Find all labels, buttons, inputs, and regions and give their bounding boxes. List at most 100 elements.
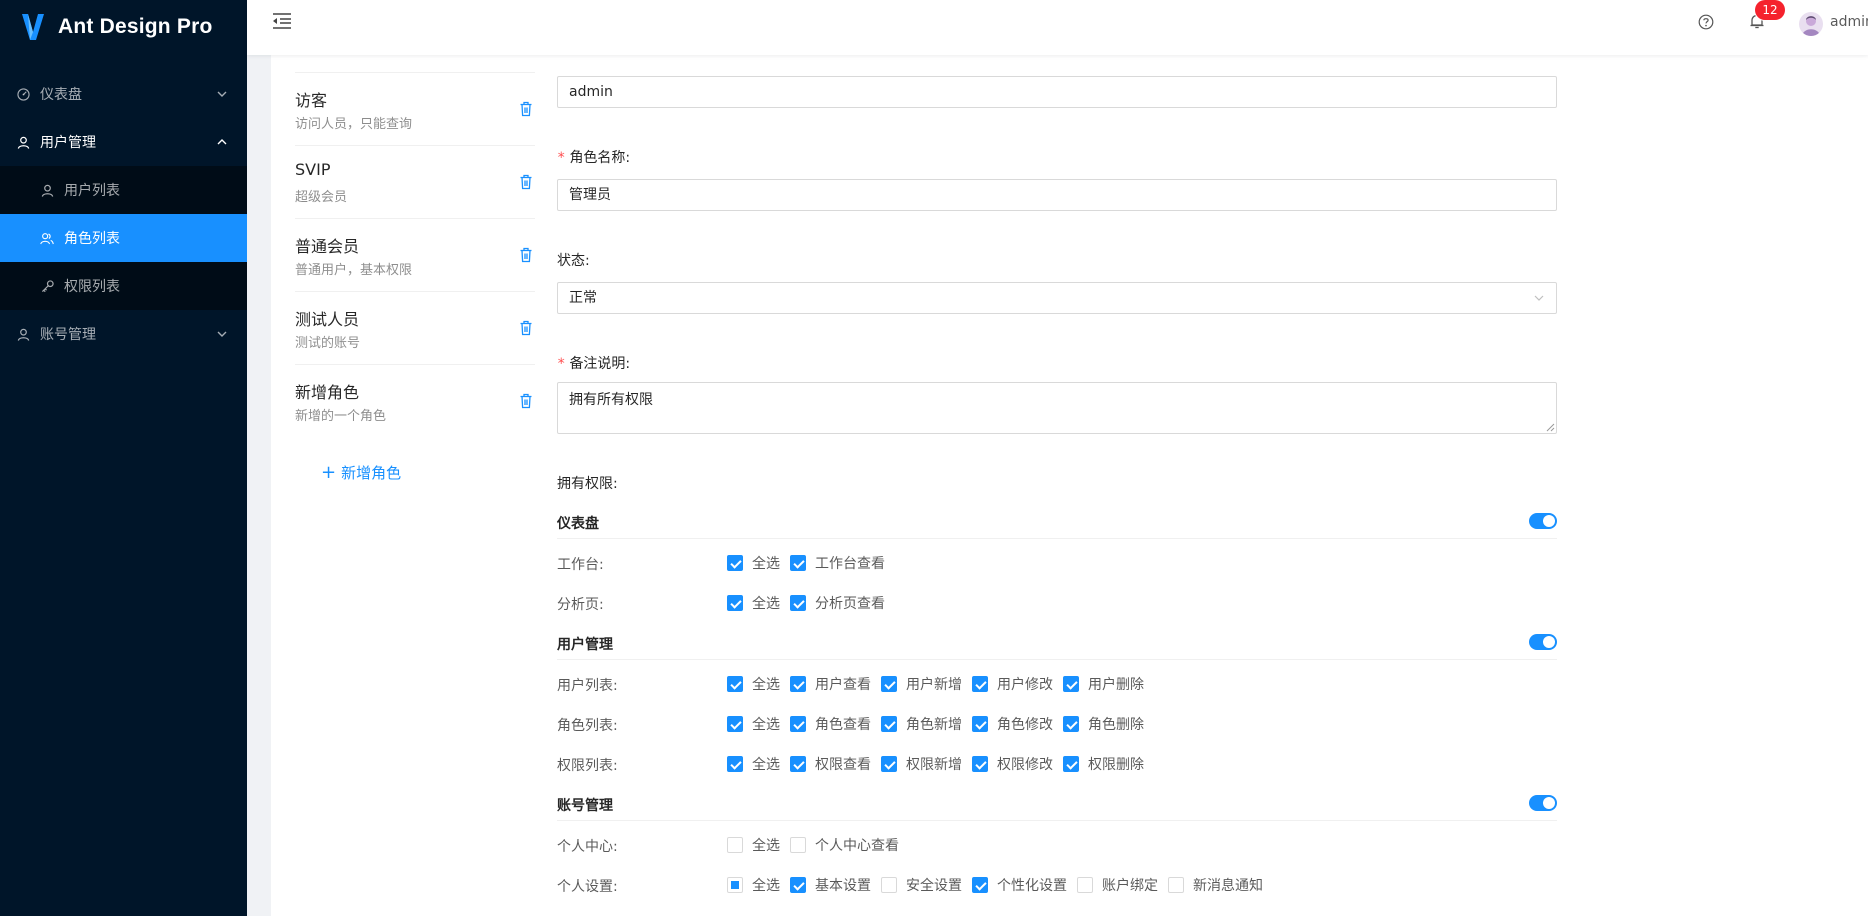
checkbox-box[interactable]: [790, 595, 806, 611]
chevron-up-icon: [217, 139, 227, 145]
role-list: 访客 访问人员，只能查询 SVIP 超级会员 普通会员 普通用户，基本权限 测试…: [295, 55, 535, 482]
checkbox-box[interactable]: [881, 676, 897, 692]
permission-checkbox[interactable]: 工作台查看: [790, 553, 885, 573]
checkbox-box[interactable]: [972, 877, 988, 893]
checkbox-box[interactable]: [790, 555, 806, 571]
permission-checkbox[interactable]: 用户修改: [972, 674, 1053, 694]
resize-handle-icon[interactable]: [1546, 423, 1555, 432]
sidebar-item-user-list[interactable]: 用户列表: [0, 166, 247, 214]
permission-checkbox[interactable]: 权限查看: [790, 754, 871, 774]
group-enable-toggle[interactable]: [1529, 513, 1557, 529]
sidebar-item-user-management[interactable]: 用户管理: [0, 118, 247, 166]
delete-icon[interactable]: [519, 393, 533, 409]
checkbox-box[interactable]: [790, 877, 806, 893]
remark-textarea[interactable]: 拥有所有权限: [557, 382, 1557, 434]
checkbox-box[interactable]: [881, 756, 897, 772]
checkbox-box[interactable]: [1077, 877, 1093, 893]
select-all-checkbox[interactable]: 全选: [727, 593, 780, 613]
sidebar-item-dashboard[interactable]: 仪表盘: [0, 70, 247, 118]
permission-checkbox[interactable]: 权限新增: [881, 754, 962, 774]
checkbox-box[interactable]: [790, 676, 806, 692]
role-key-input[interactable]: admin: [557, 76, 1557, 108]
checkbox-box[interactable]: [972, 716, 988, 732]
delete-icon[interactable]: [519, 174, 533, 190]
permission-checkbox[interactable]: 基本设置: [790, 875, 871, 895]
checkbox-box[interactable]: [727, 756, 743, 772]
checkbox-box[interactable]: [790, 716, 806, 732]
permission-checkbox[interactable]: 权限修改: [972, 754, 1053, 774]
checkbox-label: 全选: [752, 757, 780, 773]
key-icon: [40, 279, 54, 293]
permission-checkbox[interactable]: 安全设置: [881, 875, 962, 895]
checkbox-box[interactable]: [1168, 877, 1184, 893]
role-name-label: * 角色名称:: [557, 150, 631, 166]
permission-checkbox[interactable]: 用户查看: [790, 674, 871, 694]
sidebar-item-role-list[interactable]: 角色列表: [0, 214, 247, 262]
permission-checkbox[interactable]: 权限删除: [1063, 754, 1144, 774]
question-circle-icon[interactable]: [1698, 14, 1714, 30]
checkbox-box[interactable]: [881, 877, 897, 893]
delete-icon[interactable]: [519, 320, 533, 336]
checkbox-box[interactable]: [790, 837, 806, 853]
checkbox-box[interactable]: [727, 555, 743, 571]
role-desc: 访问人员，只能查询: [295, 117, 413, 132]
checkbox-box[interactable]: [727, 595, 743, 611]
permission-group-title: 仪表盘: [557, 516, 599, 532]
list-item[interactable]: SVIP 超级会员: [295, 146, 535, 219]
permission-group-title: 账号管理: [557, 798, 613, 814]
permission-row-label: 用户列表:: [557, 678, 618, 694]
permission-checkbox[interactable]: 角色删除: [1063, 714, 1144, 734]
permission-checkbox[interactable]: 角色修改: [972, 714, 1053, 734]
checkbox-box[interactable]: [790, 756, 806, 772]
permission-checkbox[interactable]: 个性化设置: [972, 875, 1067, 895]
checkbox-box[interactable]: [972, 676, 988, 692]
avatar[interactable]: [1799, 12, 1823, 36]
select-all-checkbox[interactable]: 全选: [727, 835, 780, 855]
status-select[interactable]: 正常: [557, 282, 1557, 314]
checkbox-group: 全选 权限查看 权限新增 权限修改 权限删除: [727, 753, 1154, 775]
checkbox-box[interactable]: [727, 676, 743, 692]
list-item[interactable]: 新增角色 新增的一个角色: [295, 365, 535, 438]
select-all-checkbox[interactable]: 全选: [727, 553, 780, 573]
permission-checkbox[interactable]: 个人中心查看: [790, 835, 899, 855]
list-item[interactable]: 普通会员 普通用户，基本权限: [295, 219, 535, 292]
permission-checkbox[interactable]: 分析页查看: [790, 593, 885, 613]
checkbox-box[interactable]: [1063, 716, 1079, 732]
list-item[interactable]: 测试人员 测试的账号: [295, 292, 535, 365]
menu-fold-icon[interactable]: [271, 11, 293, 31]
select-all-checkbox[interactable]: 全选: [727, 754, 780, 774]
sidebar-item-label: 用户列表: [64, 183, 120, 199]
permission-checkbox[interactable]: 角色新增: [881, 714, 962, 734]
list-item[interactable]: 访客 访问人员，只能查询: [295, 73, 535, 146]
permission-checkbox[interactable]: 新消息通知: [1168, 875, 1263, 895]
sidebar-item-permission-list[interactable]: 权限列表: [0, 262, 247, 310]
main-content: 访客 访问人员，只能查询 SVIP 超级会员 普通会员 普通用户，基本权限 测试…: [271, 55, 1868, 916]
checkbox-box[interactable]: [881, 716, 897, 732]
header: 12 admin: [247, 0, 1868, 55]
checkbox-label: 权限删除: [1088, 757, 1144, 773]
user-name[interactable]: admin: [1830, 14, 1868, 30]
delete-icon[interactable]: [519, 247, 533, 263]
checkbox-label: 个人中心查看: [815, 838, 899, 854]
checkbox-box[interactable]: [1063, 676, 1079, 692]
group-enable-toggle[interactable]: [1529, 634, 1557, 650]
role-name-input[interactable]: 管理员: [557, 179, 1557, 211]
sidebar-item-account-management[interactable]: 账号管理: [0, 310, 247, 358]
checkbox-box[interactable]: [727, 837, 743, 853]
select-all-checkbox[interactable]: 全选: [727, 674, 780, 694]
logo[interactable]: Ant Design Pro: [0, 0, 247, 54]
permission-checkbox[interactable]: 角色查看: [790, 714, 871, 734]
group-enable-toggle[interactable]: [1529, 795, 1557, 811]
checkbox-box[interactable]: [727, 716, 743, 732]
checkbox-box[interactable]: [727, 877, 743, 893]
select-all-checkbox[interactable]: 全选: [727, 714, 780, 734]
delete-icon[interactable]: [519, 101, 533, 117]
checkbox-box[interactable]: [1063, 756, 1079, 772]
permission-row: 用户列表: 全选 用户查看 用户新增 用户修改 用户删除: [557, 673, 1557, 695]
permission-checkbox[interactable]: 账户绑定: [1077, 875, 1158, 895]
select-all-checkbox[interactable]: 全选: [727, 875, 780, 895]
permission-checkbox[interactable]: 用户新增: [881, 674, 962, 694]
permission-checkbox[interactable]: 用户删除: [1063, 674, 1144, 694]
checkbox-box[interactable]: [972, 756, 988, 772]
add-role-button[interactable]: + 新增角色: [321, 462, 401, 483]
